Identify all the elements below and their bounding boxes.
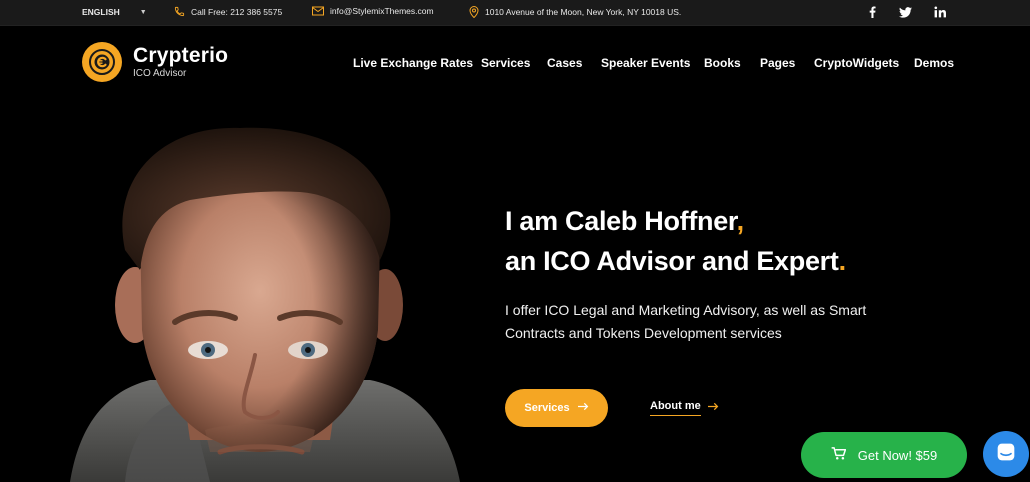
arrow-right-icon <box>577 402 589 414</box>
site-logo[interactable]: Crypterio ICO Advisor <box>82 42 228 82</box>
language-selector[interactable]: ENGLISH ▼ <box>82 7 147 17</box>
language-label: ENGLISH <box>82 7 120 17</box>
hero-heading: I am Caleb Hoffner, an ICO Advisor and E… <box>505 201 846 281</box>
address-text: 1010 Avenue of the Moon, New York, NY 10… <box>485 7 682 17</box>
nav-item-demos[interactable]: Demos <box>914 56 954 70</box>
nav-item-speaker-events[interactable]: Speaker Events <box>601 56 690 70</box>
twitter-icon[interactable] <box>898 5 912 19</box>
nav-item-services[interactable]: Services <box>481 56 530 70</box>
email-text: info@StylemixThemes.com <box>330 6 434 16</box>
nav-item-cases[interactable]: Cases <box>547 56 582 70</box>
services-button[interactable]: Services <box>505 389 608 427</box>
arrow-right-icon <box>707 399 719 414</box>
hero-heading-line-2: an ICO Advisor and Expert. <box>505 246 846 276</box>
phone-info[interactable]: Call Free: 212 386 5575 <box>174 6 282 17</box>
chat-icon <box>996 442 1016 467</box>
chat-widget-button[interactable] <box>983 431 1029 477</box>
about-me-label: About me <box>650 400 701 416</box>
nav-item-pages[interactable]: Pages <box>760 56 795 70</box>
about-me-link[interactable]: About me <box>650 400 719 416</box>
brand-name: Crypterio <box>133 43 229 67</box>
nav-item-live-exchange-rates[interactable]: Live Exchange Rates <box>353 56 473 70</box>
phone-text: Call Free: 212 386 5575 <box>191 6 283 17</box>
nav-item-cryptowidgets[interactable]: CryptoWidgets <box>814 56 899 70</box>
get-now-label: Get Now! $59 <box>857 447 938 463</box>
top-bar: ENGLISH ▼ Call Free: 212 386 5575 info@S… <box>0 0 1030 26</box>
phone-icon <box>174 6 185 17</box>
address-info: 1010 Avenue of the Moon, New York, NY 10… <box>469 6 681 18</box>
facebook-icon[interactable] <box>865 5 879 19</box>
portrait-image <box>70 127 460 482</box>
brand-tagline: ICO Advisor <box>133 67 187 79</box>
hero-description: I offer ICO Legal and Marketing Advisory… <box>505 302 867 341</box>
map-pin-icon <box>469 6 479 18</box>
get-now-button[interactable]: Get Now! $59 <box>801 432 967 478</box>
envelope-icon <box>312 6 324 16</box>
caret-down-icon: ▼ <box>139 8 147 16</box>
email-info[interactable]: info@StylemixThemes.com <box>312 6 434 16</box>
nav-item-books[interactable]: Books <box>704 56 741 70</box>
services-button-label: Services <box>524 402 570 414</box>
cart-icon <box>831 447 846 463</box>
linkedin-icon[interactable] <box>933 5 947 19</box>
logo-text: Crypterio ICO Advisor <box>133 43 229 80</box>
hero-heading-line-1: I am Caleb Hoffner, <box>505 206 744 236</box>
coin-logo-icon <box>82 42 122 82</box>
